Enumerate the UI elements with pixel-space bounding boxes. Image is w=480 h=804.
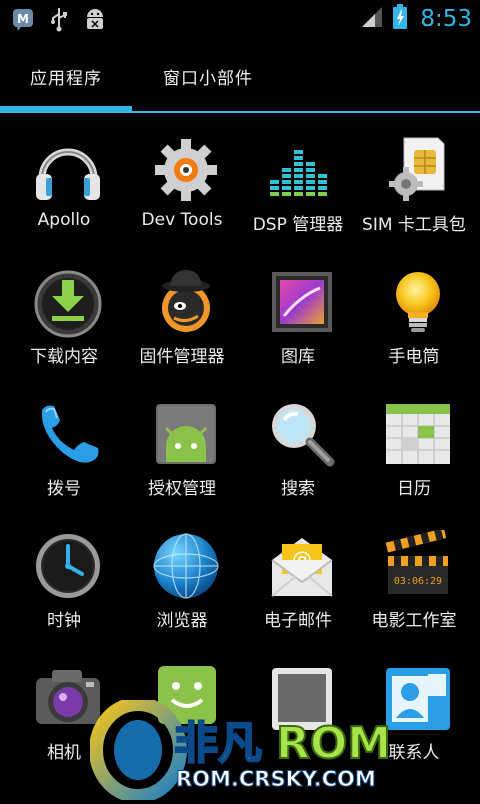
app-search[interactable]: 搜索 — [238, 392, 358, 524]
app-rom-manager[interactable]: 固件管理器 — [122, 260, 242, 392]
app-label: 固件管理器 — [139, 347, 225, 367]
app-label: 电子邮件 — [264, 611, 332, 631]
dev-tools-gear-icon — [150, 134, 222, 206]
svg-text:ROM.CRSKY.COM: ROM.CRSKY.COM — [176, 767, 376, 791]
app-clock[interactable]: 时钟 — [4, 524, 124, 656]
download-icon — [32, 266, 104, 338]
tab-bar: 应用程序 窗口小部件 — [0, 38, 480, 116]
app-label: 拨号 — [47, 479, 81, 499]
battery-charging-icon — [392, 4, 408, 34]
crsky-rom-watermark: 非凡 ROM ROM.CRSKY.COM — [89, 697, 410, 803]
calendar-icon — [382, 398, 454, 470]
app-label: SIM 卡工具包 — [362, 215, 466, 235]
app-flashlight[interactable]: 手电筒 — [354, 260, 474, 392]
usb-icon — [46, 6, 72, 32]
svg-text:ROM: ROM — [276, 718, 391, 769]
app-sim-toolkit[interactable]: SIM 卡工具包 — [354, 128, 474, 260]
app-label: Dev Tools — [141, 210, 223, 230]
clapperboard-icon: 03:06:29 — [382, 528, 454, 602]
app-label: Apollo — [37, 210, 91, 230]
email-icon: @ — [266, 530, 338, 602]
app-label: 下载内容 — [30, 347, 98, 367]
app-email[interactable]: @ 电子邮件 — [238, 524, 358, 656]
gallery-icon — [266, 266, 338, 338]
app-label: 浏览器 — [156, 611, 208, 631]
flashlight-icon — [382, 266, 454, 338]
app-label: 电影工作室 — [371, 611, 457, 631]
app-calendar[interactable]: 日历 — [354, 392, 474, 524]
tab-widgets[interactable]: 窗口小部件 — [163, 64, 253, 89]
headphones-icon — [32, 134, 104, 206]
app-movie-studio[interactable]: 03:06:29 电影工作室 — [354, 524, 474, 656]
app-apollo[interactable]: Apollo — [4, 128, 124, 260]
globe-icon — [150, 530, 222, 602]
clock-icon — [32, 530, 104, 602]
app-dsp-manager[interactable]: DSP 管理器 — [238, 128, 358, 260]
app-label: 授权管理 — [148, 479, 216, 499]
app-gallery[interactable]: 图库 — [238, 260, 358, 392]
magnifier-icon — [266, 398, 338, 470]
tab-apps[interactable]: 应用程序 — [30, 64, 102, 89]
app-notification-icon[interactable]: M — [10, 6, 36, 32]
app-dev-tools[interactable]: Dev Tools — [122, 128, 242, 260]
signal-icon — [360, 5, 384, 33]
app-label: 手电筒 — [388, 347, 440, 367]
status-clock: 8:53 — [420, 6, 472, 32]
equalizer-icon — [266, 134, 338, 206]
app-label: 搜索 — [281, 479, 315, 499]
svg-text:03:06:29: 03:06:29 — [394, 576, 442, 587]
app-browser[interactable]: 浏览器 — [122, 524, 242, 656]
tab-divider — [0, 111, 480, 113]
app-dialer[interactable]: 拨号 — [4, 392, 124, 524]
app-label: DSP 管理器 — [252, 215, 344, 235]
superuser-icon — [150, 398, 222, 470]
svg-text:非凡: 非凡 — [174, 718, 262, 769]
phone-icon — [32, 398, 104, 470]
app-label: 日历 — [397, 479, 431, 499]
status-bar: M 8:53 — [0, 0, 480, 38]
sim-card-icon — [382, 134, 454, 206]
app-superuser[interactable]: 授权管理 — [122, 392, 242, 524]
app-downloads[interactable]: 下载内容 — [4, 260, 124, 392]
app-label: 时钟 — [47, 611, 81, 631]
rom-manager-icon — [150, 266, 222, 338]
android-debug-icon — [82, 6, 108, 32]
app-label: 图库 — [281, 347, 315, 367]
svg-text:M: M — [17, 12, 29, 26]
